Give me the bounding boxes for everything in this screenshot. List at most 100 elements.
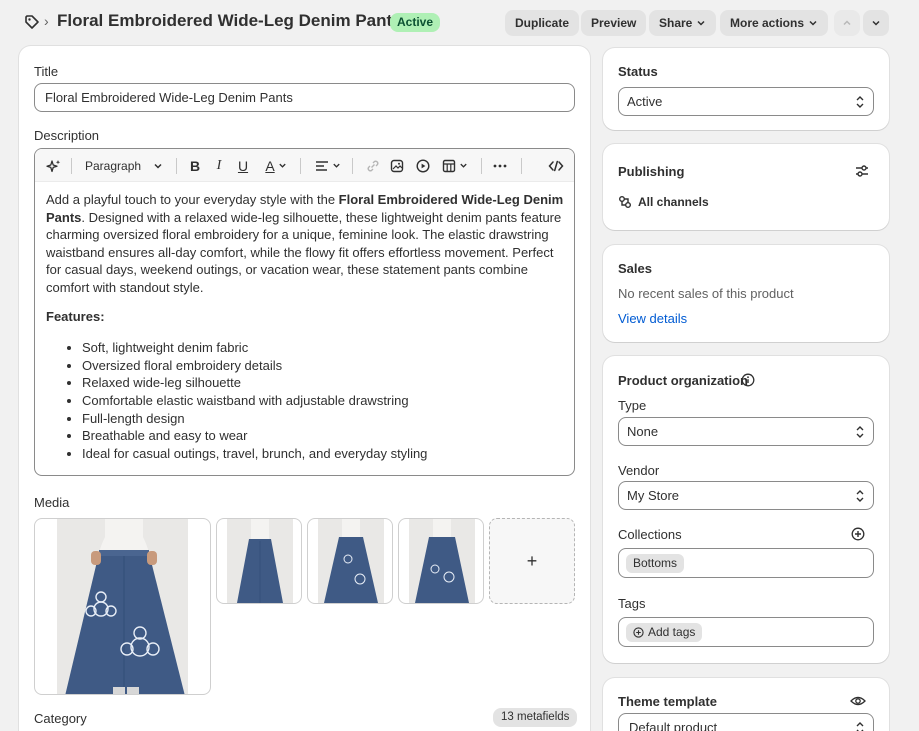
list-item: Breathable and easy to wear xyxy=(82,427,566,445)
collection-tag-label: Bottoms xyxy=(633,556,678,570)
plus-icon: + xyxy=(526,550,538,571)
plus-circle-icon xyxy=(633,627,644,638)
intro-text-rest: . Designed with a relaxed wide-leg silho… xyxy=(46,209,562,295)
status-heading: Status xyxy=(618,64,658,79)
underline-button[interactable]: U xyxy=(235,157,251,174)
more-actions-button[interactable]: More actions xyxy=(720,10,829,36)
more-horizontal-icon xyxy=(493,164,507,167)
vendor-select[interactable]: My Store xyxy=(618,481,874,510)
toolbar-divider xyxy=(176,158,177,174)
metafields-badge[interactable]: 13 metafields xyxy=(493,708,578,727)
title-input[interactable]: Floral Embroidered Wide-Leg Denim Pants xyxy=(34,83,575,112)
breadcrumb-chevron-icon: › xyxy=(44,13,49,29)
underline-icon: U xyxy=(237,157,249,174)
italic-icon: I xyxy=(216,157,222,173)
description-content[interactable]: Add a playful touch to your everyday sty… xyxy=(46,191,566,462)
sales-heading: Sales xyxy=(618,261,652,276)
media-image-3[interactable] xyxy=(307,518,393,604)
add-collection-icon[interactable] xyxy=(851,527,865,541)
share-label: Share xyxy=(659,16,693,30)
product-photo xyxy=(227,519,293,603)
status-select-value: Active xyxy=(627,94,663,109)
show-html-button[interactable] xyxy=(547,157,565,174)
link-icon xyxy=(367,160,379,171)
manage-channels-icon[interactable] xyxy=(855,164,869,178)
preview-button[interactable]: Preview xyxy=(581,10,647,36)
table-button[interactable] xyxy=(441,157,469,174)
vendor-select-value: My Store xyxy=(627,488,680,503)
add-tags-button[interactable]: Add tags xyxy=(626,623,703,642)
view-details-link[interactable]: View details xyxy=(618,311,687,326)
status-badge: Active xyxy=(390,13,441,32)
theme-template-select[interactable]: Default product xyxy=(618,713,874,731)
previous-product-button[interactable] xyxy=(834,10,860,36)
list-item: Relaxed wide-leg silhouette xyxy=(82,374,566,392)
features-heading: Features: xyxy=(46,308,105,324)
publishing-card xyxy=(603,144,889,230)
magic-ai-button[interactable] xyxy=(45,157,63,174)
italic-button[interactable]: I xyxy=(211,157,227,174)
align-left-icon xyxy=(316,160,328,171)
add-media-button[interactable]: + xyxy=(489,518,575,604)
status-select[interactable]: Active xyxy=(618,87,874,116)
duplicate-label: Duplicate xyxy=(515,16,570,30)
select-caret-icon xyxy=(856,426,864,438)
insert-video-button[interactable] xyxy=(415,157,431,174)
page-header: › Floral Embroidered Wide-Leg Denim Pant… xyxy=(0,0,919,44)
link-button[interactable] xyxy=(365,157,381,174)
chevron-down-icon xyxy=(278,163,286,168)
intro-text: Add a playful touch to your everyday sty… xyxy=(46,192,339,207)
list-item: Ideal for casual outings, travel, brunch… xyxy=(82,445,566,463)
collections-label: Collections xyxy=(618,527,682,542)
toolbar-divider xyxy=(71,158,72,174)
bold-button[interactable]: B xyxy=(187,157,203,174)
sales-empty-text: No recent sales of this product xyxy=(618,286,794,301)
channels-icon xyxy=(619,196,631,208)
category-label: Category xyxy=(34,711,87,726)
list-item: Full-length design xyxy=(82,410,566,428)
duplicate-button[interactable]: Duplicate xyxy=(505,10,580,36)
sparkle-icon xyxy=(46,159,61,172)
description-intro: Add a playful touch to your everyday sty… xyxy=(46,191,566,297)
next-product-button[interactable] xyxy=(863,10,889,36)
collection-tag-bottoms[interactable]: Bottoms xyxy=(626,554,685,573)
type-label: Type xyxy=(618,398,647,413)
share-button[interactable]: Share xyxy=(649,10,717,36)
media-image-2[interactable] xyxy=(216,518,302,604)
chevron-down-icon xyxy=(460,163,467,168)
theme-template-heading: Theme template xyxy=(618,694,717,709)
toolbar-divider xyxy=(300,158,301,174)
text-color-button[interactable]: A xyxy=(261,157,291,174)
chevron-down-icon xyxy=(154,163,162,169)
code-icon xyxy=(548,160,564,171)
all-channels-label: All channels xyxy=(638,195,709,209)
insert-image-button[interactable] xyxy=(389,157,405,174)
info-icon[interactable] xyxy=(741,373,755,387)
media-image-4[interactable] xyxy=(398,518,484,604)
description-editor[interactable]: Paragraph B I U A Add a playful touch to… xyxy=(34,148,575,476)
tag-icon[interactable] xyxy=(24,14,40,30)
list-item: Oversized floral embroidery details xyxy=(82,357,566,375)
eye-icon[interactable] xyxy=(850,695,866,707)
vendor-label: Vendor xyxy=(618,463,660,478)
features-list: Soft, lightweight denim fabric Oversized… xyxy=(46,339,566,462)
type-select[interactable]: None xyxy=(618,417,874,446)
table-icon xyxy=(442,159,456,172)
add-tags-label: Add tags xyxy=(648,625,696,639)
preview-label: Preview xyxy=(591,16,637,30)
editor-toolbar: Paragraph B I U A xyxy=(35,149,574,182)
align-button[interactable] xyxy=(313,157,343,174)
chevron-down-icon xyxy=(809,20,817,26)
more-formatting-button[interactable] xyxy=(492,157,508,174)
list-item: Comfortable elastic waistband with adjus… xyxy=(82,392,566,410)
toolbar-divider xyxy=(352,158,353,174)
bold-icon: B xyxy=(189,157,201,174)
more-actions-label: More actions xyxy=(730,16,805,30)
paragraph-label: Paragraph xyxy=(85,158,142,173)
toolbar-divider xyxy=(521,158,522,174)
media-image-main[interactable] xyxy=(34,518,211,695)
tags-label: Tags xyxy=(618,596,646,611)
chevron-up-icon xyxy=(843,20,851,26)
chevron-down-icon xyxy=(333,163,340,168)
paragraph-format-select[interactable]: Paragraph xyxy=(85,157,167,174)
